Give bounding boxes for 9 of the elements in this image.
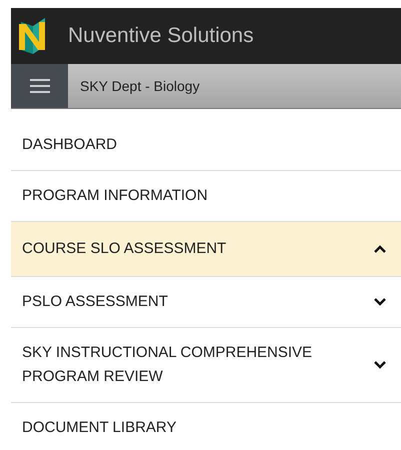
menu-item[interactable]: SKY INSTRUCTIONAL COMPREHENSIVE PROGRAM REVIEW [11, 328, 401, 403]
menu-item[interactable]: PSLO ASSESSMENT [11, 277, 401, 328]
app-title: Nuventive Solutions [68, 23, 254, 50]
menu-item[interactable]: DOCUMENT LIBRARY [11, 403, 401, 450]
menu-item[interactable]: COURSE SLO ASSESSMENT [11, 222, 401, 277]
menu-button[interactable] [11, 64, 68, 108]
department-title: SKY Dept - Biology [80, 76, 200, 96]
menu-item[interactable]: DASHBOARD [11, 120, 401, 171]
menu-icon [30, 79, 50, 93]
